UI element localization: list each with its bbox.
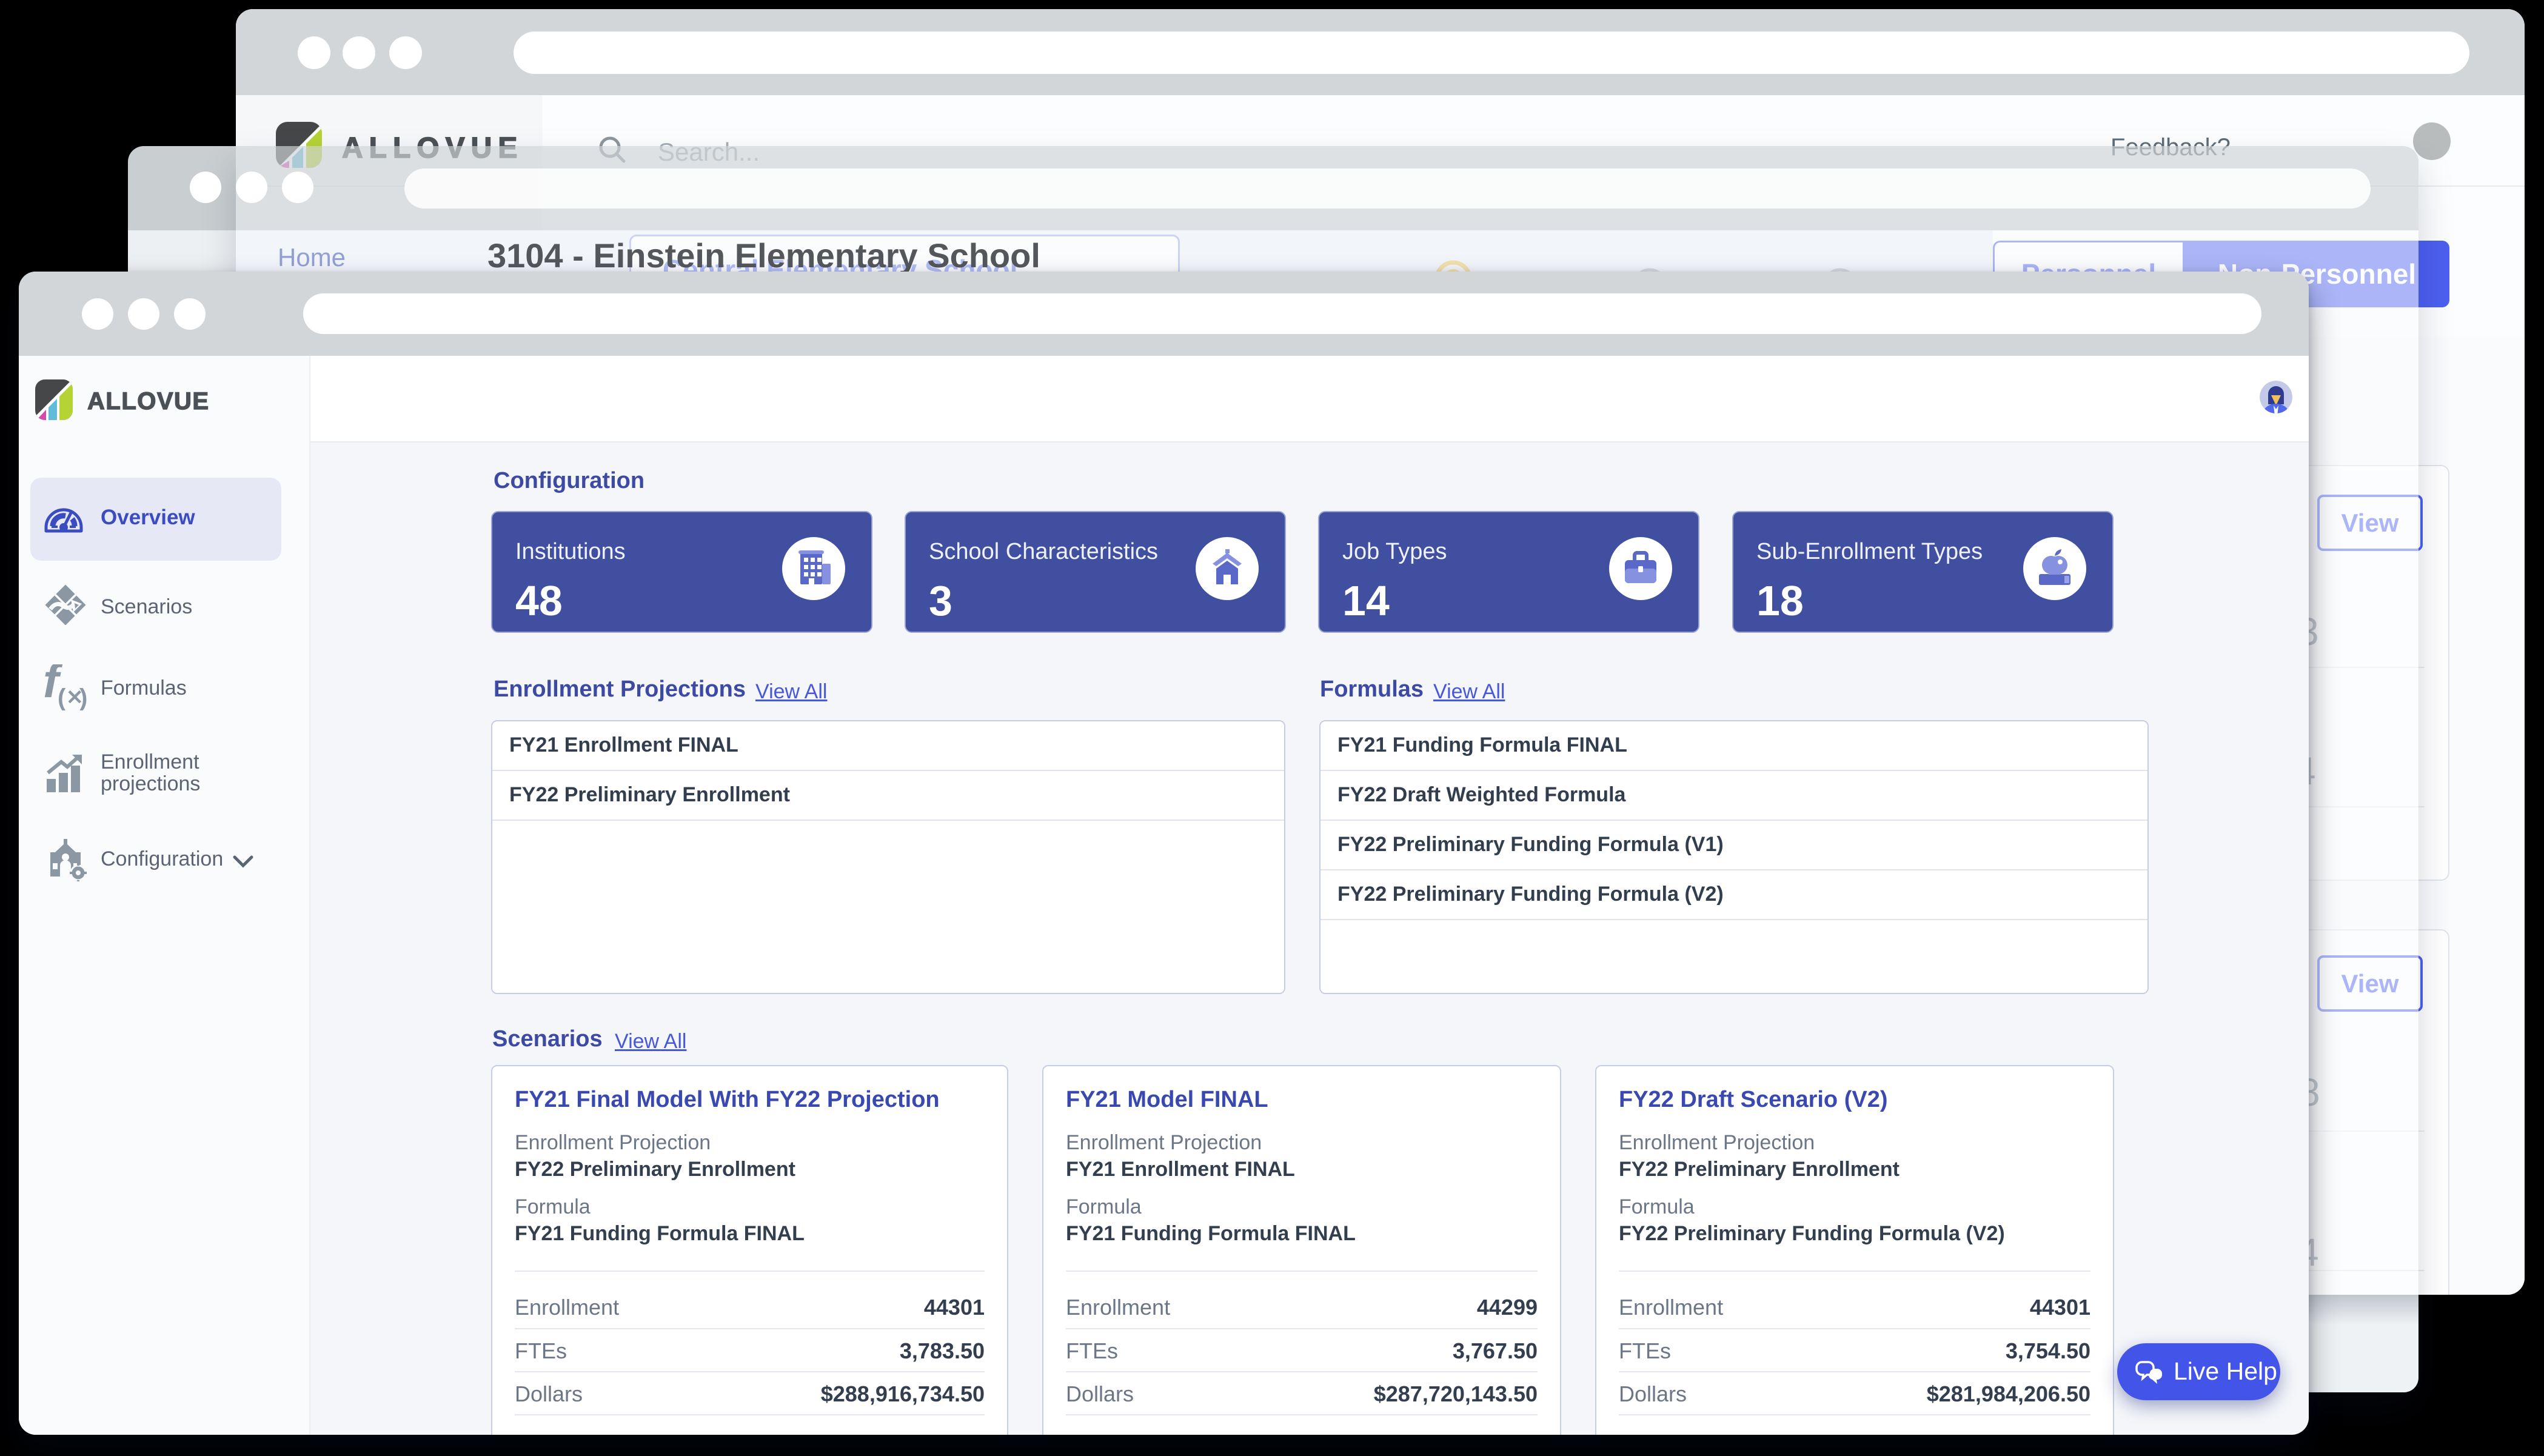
svg-text:): ) <box>79 684 87 710</box>
svg-text:(: ( <box>58 684 66 710</box>
